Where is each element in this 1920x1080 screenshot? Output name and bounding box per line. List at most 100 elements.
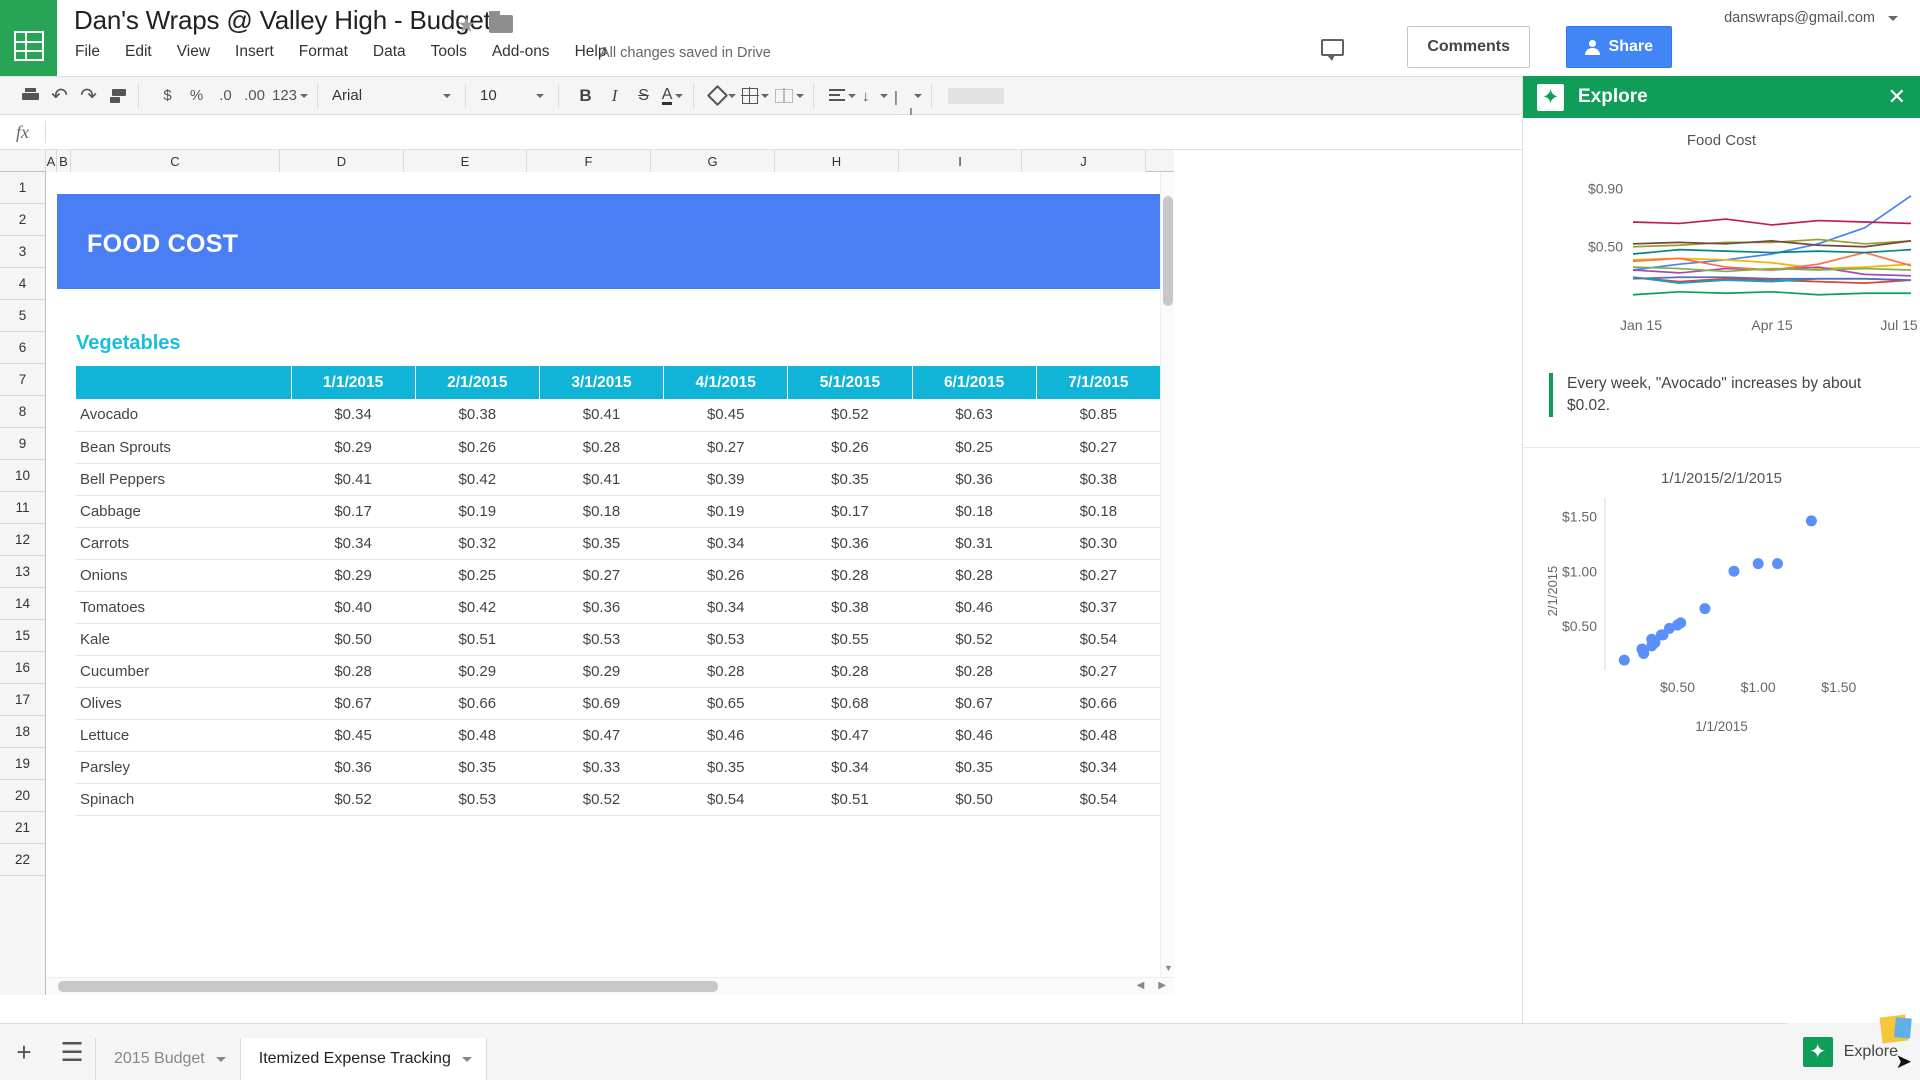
- table-cell-price[interactable]: $0.41: [291, 463, 415, 495]
- table-cell-price[interactable]: $0.34: [291, 527, 415, 559]
- table-cell-price[interactable]: $0.36: [912, 463, 1036, 495]
- merge-cells-button[interactable]: [772, 81, 807, 111]
- table-cell-price[interactable]: $0.31: [912, 527, 1036, 559]
- table-cell-price[interactable]: $0.47: [788, 719, 912, 751]
- row-header-20[interactable]: 20: [0, 780, 45, 812]
- table-cell-price[interactable]: $0.26: [415, 431, 539, 463]
- menu-item-tools[interactable]: Tools: [431, 43, 467, 61]
- table-cell-price[interactable]: $0.63: [912, 399, 1036, 431]
- row-header-22[interactable]: 22: [0, 844, 45, 876]
- more-formats-button[interactable]: 123: [269, 81, 311, 111]
- row-header-10[interactable]: 10: [0, 460, 45, 492]
- table-cell-price[interactable]: $0.85: [1036, 399, 1160, 431]
- horizontal-scrollbar[interactable]: ◀▶: [46, 977, 1174, 995]
- table-cell-price[interactable]: $0.34: [1036, 751, 1160, 783]
- folder-icon[interactable]: [489, 15, 513, 33]
- bold-button[interactable]: B: [571, 81, 600, 111]
- table-cell-price[interactable]: $0.36: [788, 527, 912, 559]
- table-cell-price[interactable]: $0.39: [664, 463, 788, 495]
- table-row[interactable]: Cabbage$0.17$0.19$0.18$0.19$0.17$0.18$0.…: [76, 495, 1161, 527]
- table-cell-price[interactable]: $0.27: [539, 559, 663, 591]
- table-cell-price[interactable]: $0.19: [415, 495, 539, 527]
- table-cell-price[interactable]: $0.42: [415, 591, 539, 623]
- column-header-a[interactable]: A: [46, 150, 57, 172]
- currency-format-button[interactable]: $: [153, 81, 182, 111]
- increase-decimal-button[interactable]: .00: [240, 81, 269, 111]
- table-cell-price[interactable]: $0.40: [291, 591, 415, 623]
- table-cell-price[interactable]: $0.18: [912, 495, 1036, 527]
- table-cell-price[interactable]: $0.27: [1036, 559, 1160, 591]
- row-header-8[interactable]: 8: [0, 396, 45, 428]
- table-cell-name[interactable]: Bell Peppers: [76, 463, 291, 495]
- print-button[interactable]: [16, 81, 45, 111]
- horizontal-scroll-thumb[interactable]: [58, 981, 718, 992]
- menu-item-file[interactable]: File: [75, 43, 100, 61]
- vertical-align-button[interactable]: ↓: [859, 81, 891, 111]
- table-cell-price[interactable]: $0.27: [1036, 655, 1160, 687]
- vertical-scroll-thumb[interactable]: [1163, 196, 1173, 306]
- column-header-i[interactable]: I: [899, 150, 1022, 172]
- table-row[interactable]: Lettuce$0.45$0.48$0.47$0.46$0.47$0.46$0.…: [76, 719, 1161, 751]
- menu-item-edit[interactable]: Edit: [125, 43, 152, 61]
- table-cell-name[interactable]: Spinach: [76, 783, 291, 815]
- table-cell-price[interactable]: $0.38: [1036, 463, 1160, 495]
- close-icon[interactable]: ✕: [1888, 86, 1906, 108]
- table-cell-price[interactable]: $0.42: [415, 463, 539, 495]
- paint-format-button[interactable]: [103, 81, 132, 111]
- table-cell-price[interactable]: $0.32: [415, 527, 539, 559]
- menu-item-format[interactable]: Format: [299, 43, 348, 61]
- row-header-2[interactable]: 2: [0, 204, 45, 236]
- italic-button[interactable]: I: [600, 81, 629, 111]
- table-cell-price[interactable]: $0.36: [539, 591, 663, 623]
- row-header-6[interactable]: 6: [0, 332, 45, 364]
- table-cell-name[interactable]: Cucumber: [76, 655, 291, 687]
- row-header-4[interactable]: 4: [0, 268, 45, 300]
- row-header-19[interactable]: 19: [0, 748, 45, 780]
- undo-button[interactable]: ↶: [45, 81, 74, 111]
- table-cell-price[interactable]: $0.55: [788, 623, 912, 655]
- horizontal-align-button[interactable]: [826, 81, 859, 111]
- strikethrough-button[interactable]: S: [629, 81, 658, 111]
- table-cell-price[interactable]: $0.27: [1036, 431, 1160, 463]
- table-cell-price[interactable]: $0.67: [912, 687, 1036, 719]
- text-color-button[interactable]: A: [658, 81, 687, 111]
- font-size-select[interactable]: 10: [472, 81, 552, 111]
- table-cell-price[interactable]: $0.34: [664, 591, 788, 623]
- table-cell-price[interactable]: $0.38: [415, 399, 539, 431]
- column-header-f[interactable]: F: [527, 150, 651, 172]
- table-cell-price[interactable]: $0.41: [539, 463, 663, 495]
- text-wrap-button[interactable]: |→|: [891, 81, 925, 111]
- table-cell-price[interactable]: $0.68: [788, 687, 912, 719]
- table-cell-price[interactable]: $0.46: [912, 591, 1036, 623]
- table-cell-price[interactable]: $0.50: [291, 623, 415, 655]
- table-cell-price[interactable]: $0.17: [291, 495, 415, 527]
- table-cell-price[interactable]: $0.45: [664, 399, 788, 431]
- row-header-21[interactable]: 21: [0, 812, 45, 844]
- sheet-tab-itemized-expense-tracking[interactable]: Itemized Expense Tracking: [240, 1038, 487, 1080]
- table-cell-price[interactable]: $0.35: [912, 751, 1036, 783]
- table-cell-price[interactable]: $0.35: [415, 751, 539, 783]
- table-cell-price[interactable]: $0.33: [539, 751, 663, 783]
- table-cell-price[interactable]: $0.66: [1036, 687, 1160, 719]
- row-header-14[interactable]: 14: [0, 588, 45, 620]
- table-cell-price[interactable]: $0.48: [415, 719, 539, 751]
- table-cell-price[interactable]: $0.18: [539, 495, 663, 527]
- table-cell-price[interactable]: $0.35: [664, 751, 788, 783]
- table-cell-price[interactable]: $0.36: [291, 751, 415, 783]
- table-cell-price[interactable]: $0.34: [291, 399, 415, 431]
- table-cell-price[interactable]: $0.54: [1036, 623, 1160, 655]
- table-cell-price[interactable]: $0.53: [539, 623, 663, 655]
- table-cell-name[interactable]: Cabbage: [76, 495, 291, 527]
- table-row[interactable]: Bean Sprouts$0.29$0.26$0.28$0.27$0.26$0.…: [76, 431, 1161, 463]
- table-cell-price[interactable]: $0.53: [664, 623, 788, 655]
- table-cell-price[interactable]: $0.54: [664, 783, 788, 815]
- table-cell-price[interactable]: $0.25: [415, 559, 539, 591]
- table-cell-price[interactable]: $0.45: [291, 719, 415, 751]
- table-cell-price[interactable]: $0.54: [1036, 783, 1160, 815]
- table-cell-name[interactable]: Tomatoes: [76, 591, 291, 623]
- table-cell-price[interactable]: $0.35: [539, 527, 663, 559]
- table-row[interactable]: Olives$0.67$0.66$0.69$0.65$0.68$0.67$0.6…: [76, 687, 1161, 719]
- table-row[interactable]: Cucumber$0.28$0.29$0.29$0.28$0.28$0.28$0…: [76, 655, 1161, 687]
- table-cell-price[interactable]: $0.34: [664, 527, 788, 559]
- table-cell-price[interactable]: $0.66: [415, 687, 539, 719]
